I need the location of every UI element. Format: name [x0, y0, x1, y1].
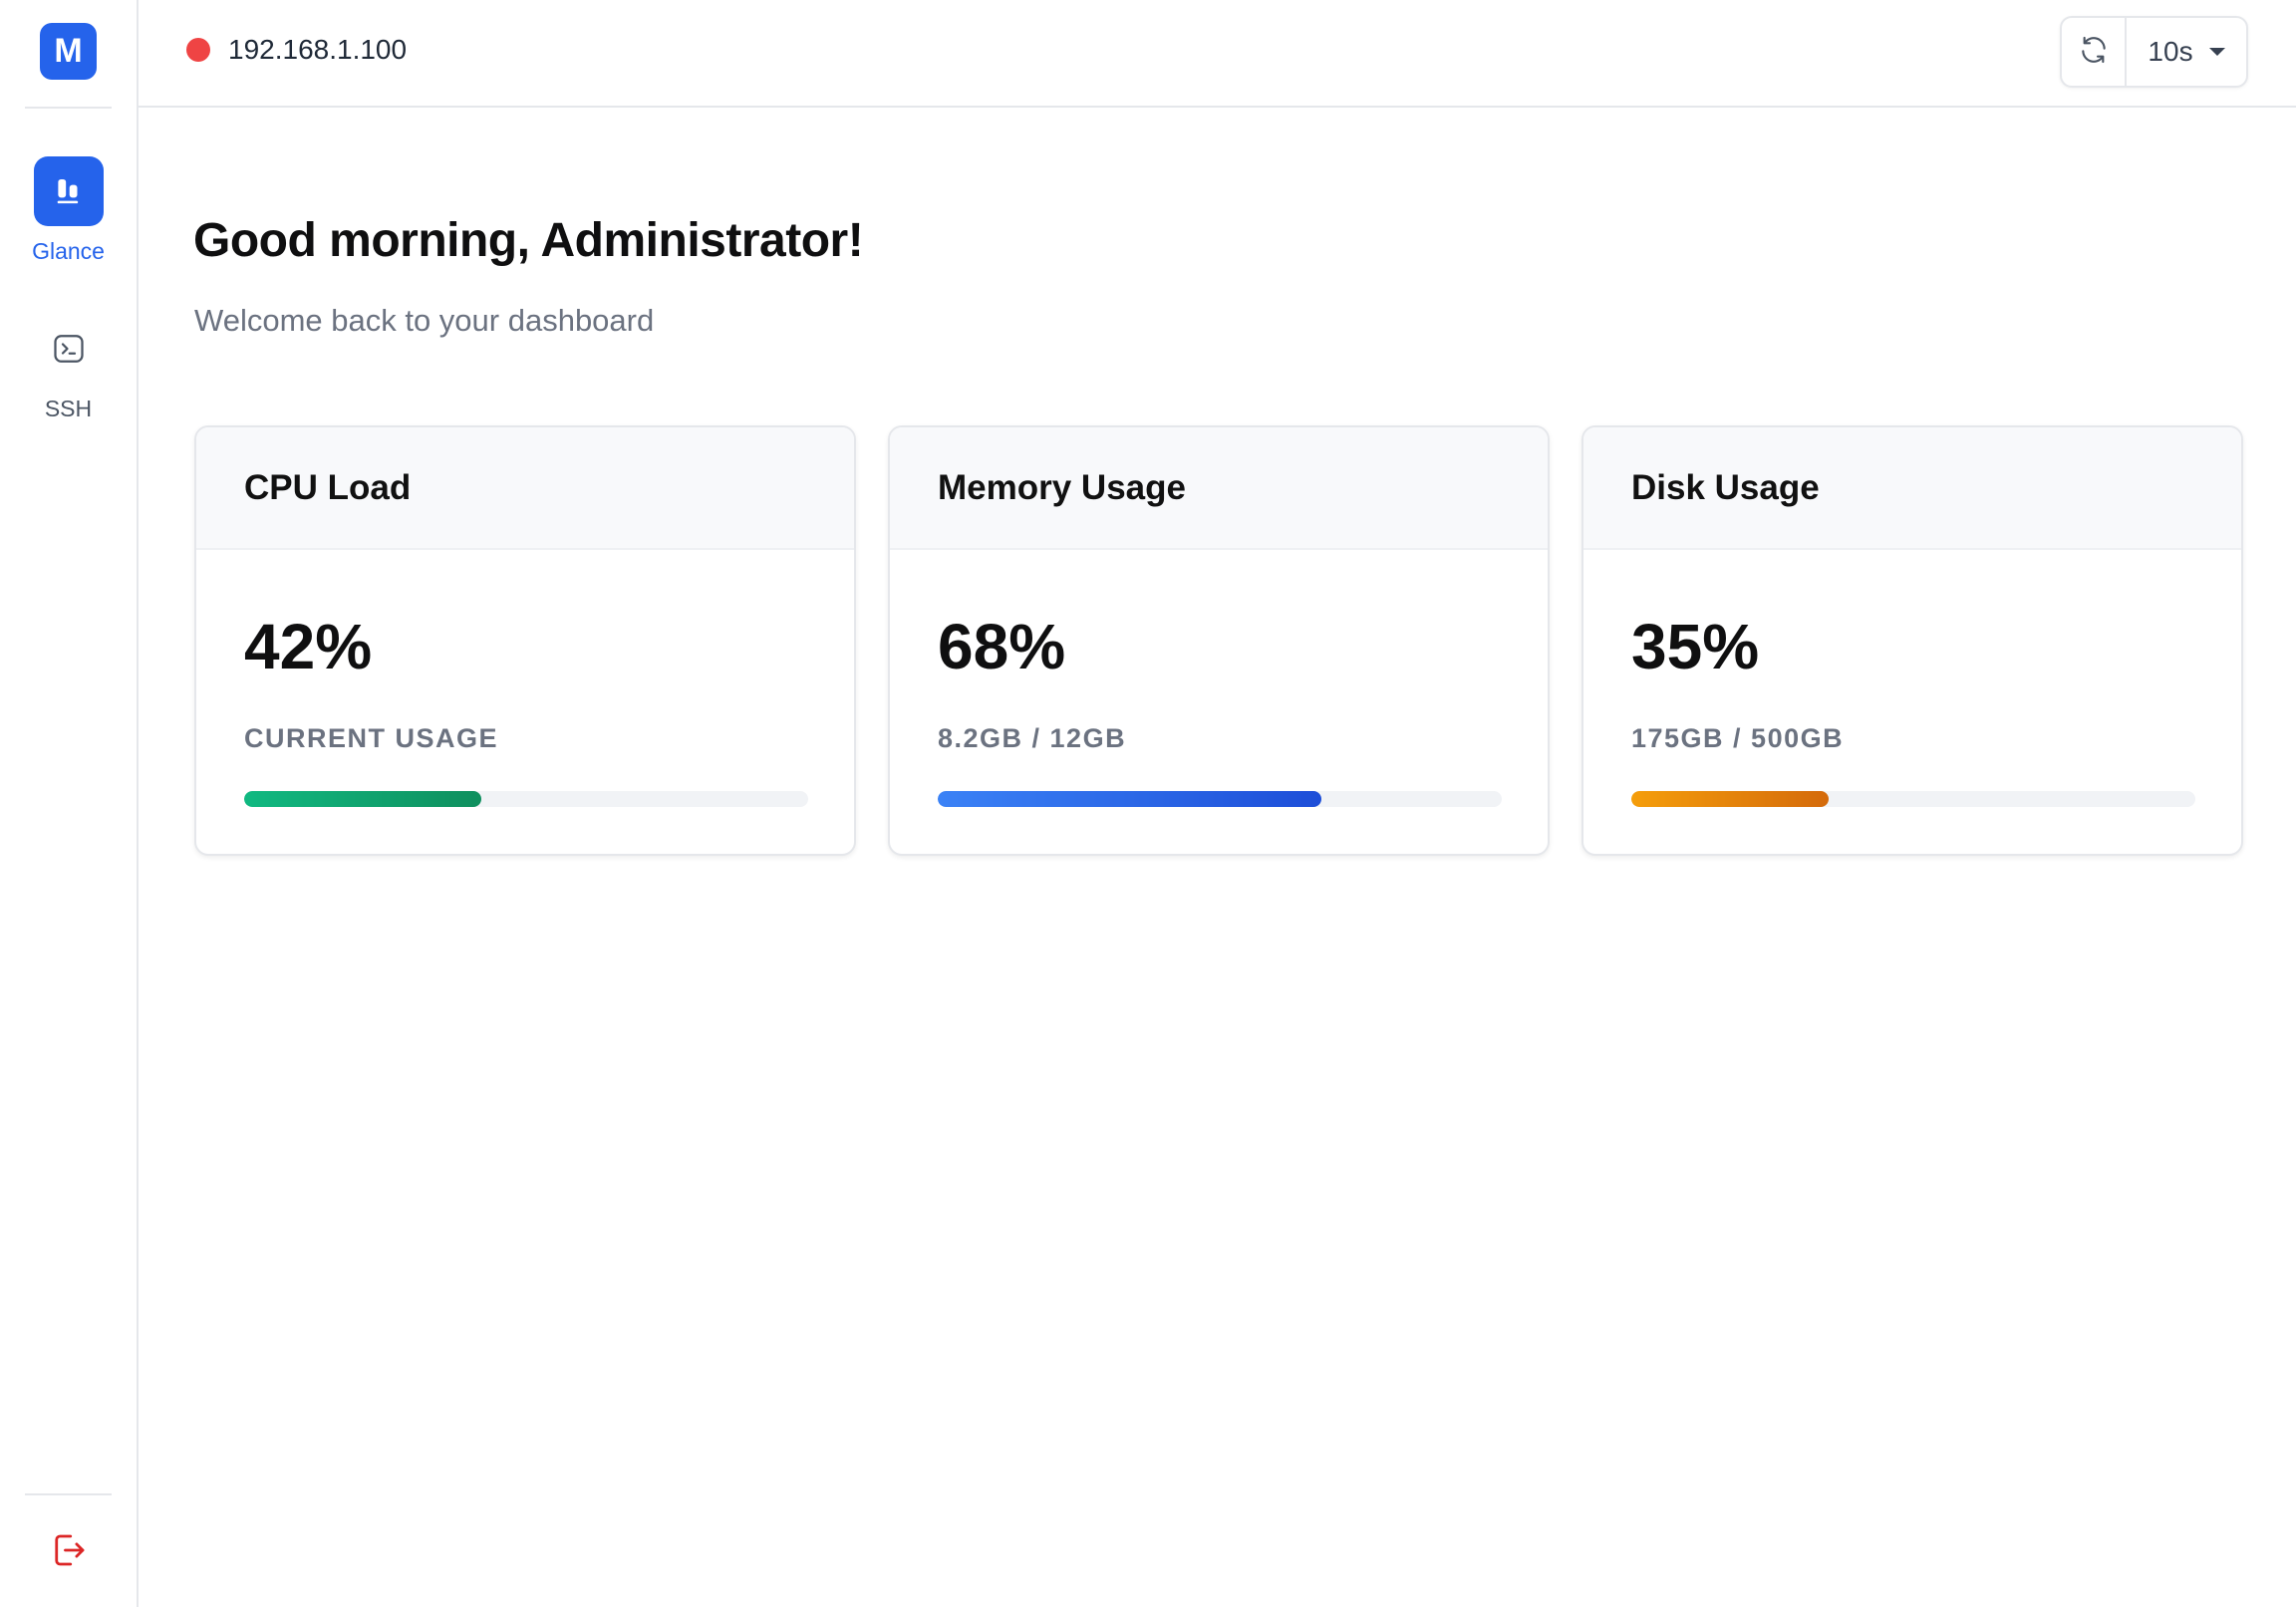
card-value: 68%	[938, 611, 1066, 682]
logout-button[interactable]	[44, 1527, 94, 1577]
card-header: Memory Usage	[890, 427, 1548, 550]
sidebar-divider	[25, 1493, 112, 1495]
card-detail: 8.2GB / 12GB	[938, 723, 1127, 753]
progress-track	[1631, 791, 2195, 807]
memory-card: Memory Usage 68% 8.2GB / 12GB	[888, 425, 1550, 856]
card-detail: 175GB / 500GB	[1631, 723, 1845, 753]
progress-fill	[938, 791, 1321, 807]
logo-letter: M	[54, 32, 83, 70]
top-bar: 192.168.1.100 10s	[139, 0, 2296, 108]
progress-track	[244, 791, 808, 807]
logout-icon	[48, 1529, 90, 1576]
page-subtitle: Welcome back to your dashboard	[194, 303, 655, 338]
connection-status-dot	[186, 38, 210, 62]
refresh-interval-value: 10s	[2148, 36, 2193, 67]
refresh-controls: 10s	[2060, 16, 2248, 88]
sidebar: M Glance SSH	[0, 0, 139, 1607]
host-address: 192.168.1.100	[228, 34, 408, 65]
terminal-icon	[34, 314, 104, 384]
progress-fill	[1631, 791, 1830, 807]
card-title: CPU Load	[244, 467, 412, 507]
card-value: 35%	[1631, 611, 1760, 682]
progress-fill	[244, 791, 481, 807]
sidebar-item-label: SSH	[44, 396, 93, 421]
app-logo[interactable]: M	[40, 23, 97, 80]
card-value: 42%	[244, 611, 373, 682]
sidebar-item-label: Glance	[32, 238, 105, 264]
host-indicator: 192.168.1.100	[186, 34, 407, 66]
card-detail: CURRENT USAGE	[244, 723, 499, 753]
chevron-down-icon	[2208, 48, 2225, 56]
sidebar-divider	[25, 107, 112, 109]
card-header: Disk Usage	[1583, 427, 2241, 550]
refresh-icon	[2078, 34, 2110, 71]
card-header: CPU Load	[196, 427, 854, 550]
card-title: Disk Usage	[1631, 467, 1820, 507]
cpu-card: CPU Load 42% CURRENT USAGE	[194, 425, 856, 856]
refresh-button[interactable]	[2062, 18, 2127, 86]
bar-chart-icon	[33, 156, 104, 226]
app: M Glance SSH 192.168.1.100 10s Good morn…	[0, 0, 2296, 1607]
refresh-interval-select[interactable]: 10s	[2127, 18, 2246, 86]
sidebar-item-glance[interactable]: Glance	[0, 156, 137, 265]
card-title: Memory Usage	[938, 467, 1186, 507]
progress-track	[938, 791, 1502, 807]
disk-card: Disk Usage 35% 175GB / 500GB	[1581, 425, 2243, 856]
page-title: Good morning, Administrator!	[193, 214, 864, 267]
sidebar-item-ssh[interactable]: SSH	[0, 314, 137, 422]
